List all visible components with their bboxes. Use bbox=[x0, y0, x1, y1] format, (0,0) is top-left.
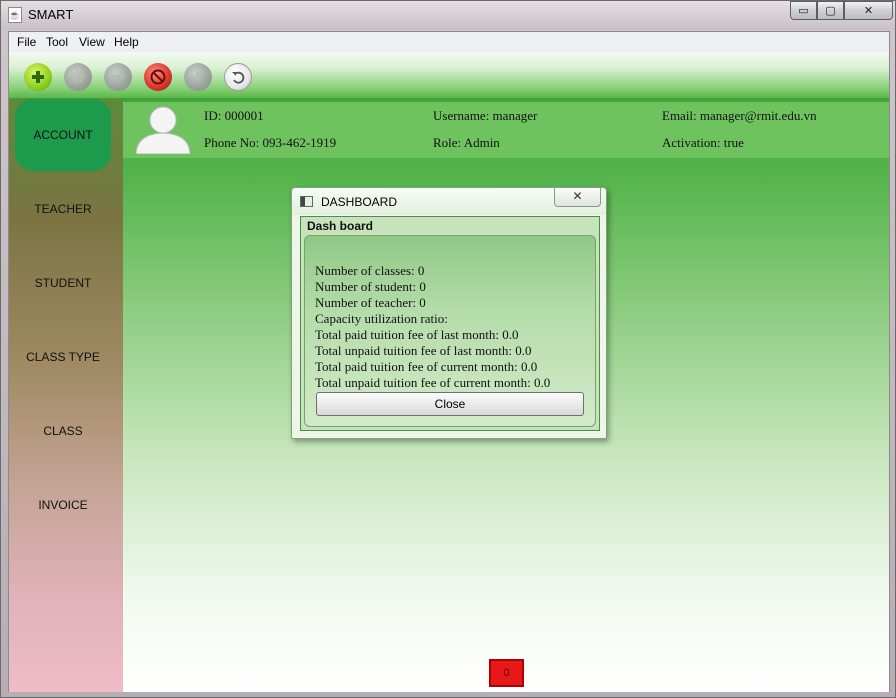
block-icon bbox=[150, 69, 166, 85]
stat-teachers: Number of teacher: 0 bbox=[315, 295, 426, 310]
info-icon bbox=[196, 72, 200, 82]
stat-classes: Number of classes: 0 bbox=[315, 263, 425, 278]
title-bar[interactable]: ☕ SMART ▭ ▢ ✕ bbox=[1, 1, 895, 30]
menu-help[interactable]: Help bbox=[114, 35, 139, 49]
add-button[interactable] bbox=[24, 63, 52, 91]
user-username: Username: manager bbox=[433, 108, 538, 123]
close-button[interactable]: Close bbox=[316, 392, 584, 416]
window-icon bbox=[300, 196, 313, 207]
sidebar: ACCOUNT TEACHER STUDENT CLASS TYPE CLASS… bbox=[9, 99, 123, 692]
dialog-title-bar[interactable]: DASHBOARD ✕ bbox=[292, 188, 606, 215]
dashboard-dialog: DASHBOARD ✕ Dash board Number of classes… bbox=[291, 187, 607, 439]
window-close-button[interactable]: ✕ bbox=[844, 1, 893, 20]
menu-bar: File Tool View Help bbox=[9, 32, 889, 52]
remove-icon bbox=[112, 75, 124, 79]
dialog-title: DASHBOARD bbox=[321, 195, 398, 209]
info-button[interactable] bbox=[184, 63, 212, 91]
java-cup-icon[interactable]: ☕ bbox=[8, 7, 22, 23]
menu-tool[interactable]: Tool bbox=[46, 35, 68, 49]
stat-unpaid-last-month: Total unpaid tuition fee of last month: … bbox=[315, 343, 532, 358]
dashboard-panel: Number of classes: 0 Number of student: … bbox=[304, 235, 596, 427]
maximize-button[interactable]: ▢ bbox=[817, 1, 844, 20]
notification-counter[interactable]: 0 bbox=[489, 659, 524, 687]
avatar bbox=[135, 106, 191, 154]
user-role: Role: Admin bbox=[433, 135, 500, 150]
sidebar-item-student[interactable]: STUDENT bbox=[15, 247, 111, 319]
sidebar-item-teacher[interactable]: TEACHER bbox=[15, 173, 111, 245]
toolbar bbox=[9, 52, 889, 99]
sidebar-item-invoice[interactable]: INVOICE bbox=[15, 469, 111, 541]
dashboard-group: Dash board Number of classes: 0 Number o… bbox=[300, 216, 600, 431]
user-info-bar: ID: 000001 Phone No: 093-462-1919 Userna… bbox=[123, 102, 889, 158]
stat-students: Number of student: 0 bbox=[315, 279, 426, 294]
remove-button[interactable] bbox=[104, 63, 132, 91]
stat-capacity: Capacity utilization ratio: bbox=[315, 311, 448, 326]
minimize-button[interactable]: ▭ bbox=[790, 1, 817, 20]
group-title: Dash board bbox=[307, 219, 374, 233]
settings-icon bbox=[71, 70, 85, 84]
dialog-close-icon[interactable]: ✕ bbox=[554, 188, 601, 207]
undo-icon bbox=[232, 71, 245, 84]
add-icon bbox=[32, 71, 44, 83]
sidebar-item-class[interactable]: CLASS bbox=[15, 395, 111, 467]
stat-paid-last-month: Total paid tuition fee of last month: 0.… bbox=[315, 327, 519, 342]
user-email: Email: manager@rmit.edu.vn bbox=[662, 108, 817, 123]
menu-file[interactable]: File bbox=[17, 35, 36, 49]
window-title: SMART bbox=[28, 7, 74, 22]
sidebar-item-class-type[interactable]: CLASS TYPE bbox=[15, 321, 111, 393]
user-phone: Phone No: 093-462-1919 bbox=[204, 135, 337, 150]
block-button[interactable] bbox=[144, 63, 172, 91]
stat-unpaid-current-month: Total unpaid tuition fee of current mont… bbox=[315, 375, 551, 390]
menu-view[interactable]: View bbox=[79, 35, 105, 49]
user-id: ID: 000001 bbox=[204, 108, 264, 123]
stat-paid-current-month: Total paid tuition fee of current month:… bbox=[315, 359, 538, 374]
settings-button[interactable] bbox=[64, 63, 92, 91]
user-activation: Activation: true bbox=[662, 135, 744, 150]
sidebar-item-account[interactable]: ACCOUNT bbox=[15, 99, 111, 171]
undo-button[interactable] bbox=[224, 63, 252, 91]
